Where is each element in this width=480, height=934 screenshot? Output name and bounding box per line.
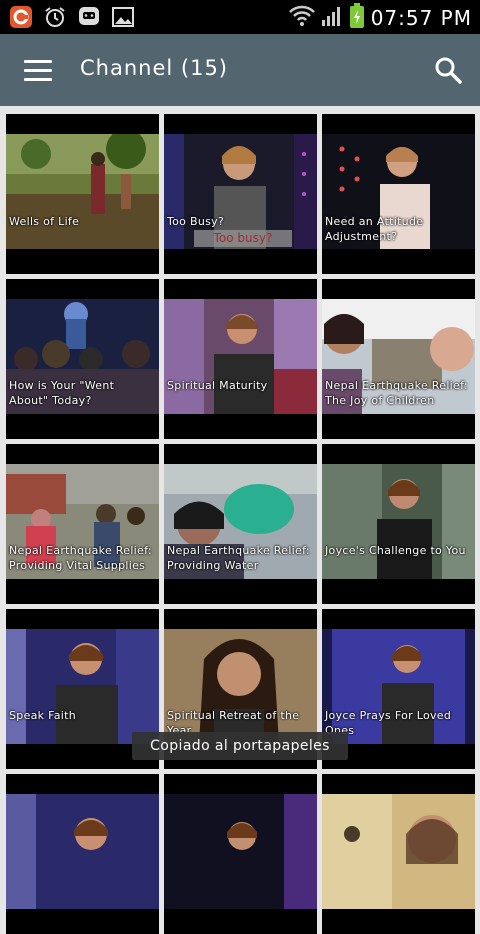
video-tile-wells-of-life[interactable]: Wells of Life xyxy=(6,114,159,274)
chat-icon xyxy=(76,4,102,30)
video-thumbnail xyxy=(164,299,317,414)
hamburger-menu-icon[interactable] xyxy=(24,60,52,82)
video-title: Nepal Earthquake Relief: Providing Vital… xyxy=(9,544,152,572)
video-title: Nepal Earthquake Relief: The Joy of Chil… xyxy=(325,379,468,407)
image-icon xyxy=(110,4,136,30)
video-thumbnail xyxy=(6,794,159,909)
video-thumbnail xyxy=(6,629,159,744)
video-tile-nepal-joy-of-children[interactable]: Nepal Earthquake Relief: The Joy of Chil… xyxy=(322,279,475,439)
toast-message: Copiado al portapapeles xyxy=(132,732,348,760)
video-title: Need an Attitude Adjustment? xyxy=(325,215,424,243)
video-tile-nepal-vital-supplies[interactable]: Nepal Earthquake Relief: Providing Vital… xyxy=(6,444,159,604)
signal-icon xyxy=(321,5,343,31)
video-title: Joyce's Challenge to You xyxy=(325,544,466,557)
clock-time: 07:57 PM xyxy=(370,6,472,30)
video-title: Spiritual Maturity xyxy=(167,379,268,392)
video-tile[interactable] xyxy=(6,774,159,934)
video-tile-nepal-providing-water[interactable]: Nepal Earthquake Relief: Providing Water xyxy=(164,444,317,604)
video-tile-joyce-challenge[interactable]: Joyce's Challenge to You xyxy=(322,444,475,604)
video-thumbnail xyxy=(322,794,475,909)
status-bar: 07:57 PM xyxy=(0,0,480,34)
video-title: Speak Faith xyxy=(9,709,77,722)
page-title: Channel (15) xyxy=(80,56,228,80)
video-tile-spiritual-maturity[interactable]: Spiritual Maturity xyxy=(164,279,317,439)
video-tile-went-about-today[interactable]: How is Your "Went About" Today? xyxy=(6,279,159,439)
search-icon[interactable] xyxy=(434,56,464,86)
video-tile-too-busy[interactable]: Too Busy? Too busy? xyxy=(164,114,317,274)
alarm-icon xyxy=(42,4,68,30)
video-title: How is Your "Went About" Today? xyxy=(9,379,115,407)
video-title: Too Busy? xyxy=(167,215,225,228)
video-thumbnail xyxy=(164,794,317,909)
video-caption-overlay: Too busy? xyxy=(194,230,292,247)
video-thumbnail xyxy=(6,134,159,249)
video-tile[interactable] xyxy=(164,774,317,934)
video-thumbnail xyxy=(322,464,475,579)
app-notification-icon xyxy=(8,4,34,30)
video-tile[interactable] xyxy=(322,774,475,934)
video-title: Wells of Life xyxy=(9,215,80,228)
app-bar: Channel (15) xyxy=(0,34,480,106)
video-tile-need-attitude-adjustment[interactable]: Need an Attitude Adjustment? xyxy=(322,114,475,274)
wifi-icon xyxy=(288,4,315,32)
video-title: Nepal Earthquake Relief: Providing Water xyxy=(167,544,310,572)
battery-icon xyxy=(349,3,365,33)
